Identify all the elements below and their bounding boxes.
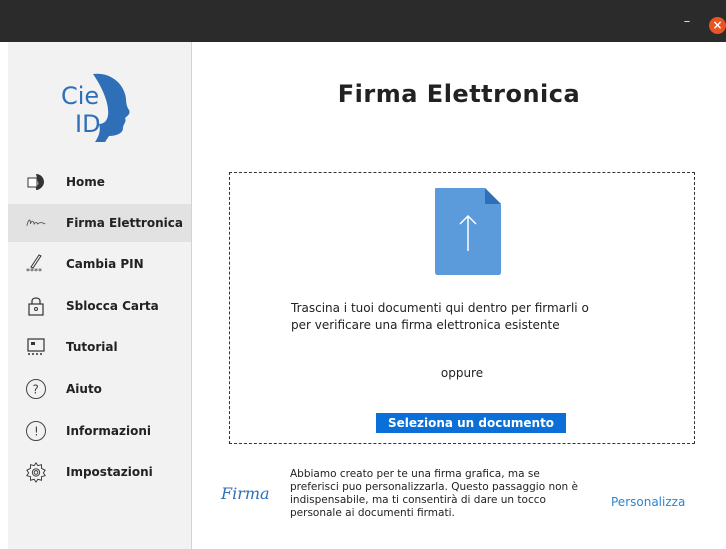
help-icon: ? [25,378,47,400]
info-line: preferisci puo personalizzarla. Questo p… [290,481,578,493]
cie-id-logo: Cie ID [61,73,130,142]
or-separator-text: oppure [440,366,484,380]
cie-id-icon [25,171,47,193]
sidebar-item-sblocca-carta[interactable]: Sblocca Carta [8,287,191,325]
sidebar-item-label: Tutorial [66,340,118,354]
select-document-button[interactable]: Seleziona un documento [376,413,566,433]
window-titlebar: – × [0,0,726,42]
sidebar-item-label: Impostazioni [66,465,153,479]
info-line: personale ai documenti firmati. [290,507,455,519]
minimize-button[interactable]: – [680,15,694,29]
drop-instructions-line-2: per verificare una firma elettronica esi… [291,318,560,332]
svg-text:?: ? [33,383,39,397]
sidebar-item-firma-elettronica[interactable]: Firma Elettronica [8,204,191,242]
sidebar-item-label: Home [66,175,105,189]
signature-preview-icon: Firma [220,484,270,503]
sidebar-item-impostazioni[interactable]: Impostazioni [8,453,191,491]
logo-text-cie: Cie [61,82,99,110]
svg-text:Firma: Firma [220,484,270,503]
close-button[interactable]: × [709,17,726,34]
tutorial-icon [25,336,47,358]
sidebar-item-informazioni[interactable]: ! Informazioni [8,412,191,450]
page-title: Firma Elettronica [337,80,581,108]
info-line: Abbiamo creato per te una firma grafica,… [290,468,540,480]
info-icon: ! [25,420,47,442]
sidebar-item-label: Firma Elettronica [66,216,183,230]
signature-icon [25,212,47,234]
upload-file-icon [435,188,501,275]
sidebar-item-aiuto[interactable]: ? Aiuto [8,370,191,408]
sidebar-item-label: Cambia PIN [66,257,144,271]
padlock-icon [25,295,47,317]
logo-text-id: ID [75,110,101,138]
gear-icon [25,461,47,483]
svg-text:****: **** [26,267,42,275]
sidebar-item-tutorial[interactable]: Tutorial [8,328,191,366]
personalize-link[interactable]: Personalizza [611,495,685,509]
signature-info-text: Abbiamo creato per te una firma grafica,… [290,468,610,520]
sidebar-item-cambia-pin[interactable]: **** Cambia PIN [8,245,191,283]
svg-text:!: ! [34,425,39,439]
pencil-pin-icon: **** [25,253,47,275]
sidebar-item-label: Aiuto [66,382,102,396]
drop-instructions: Trascina i tuoi documenti qui dentro per… [291,300,671,334]
drop-instructions-line-1: Trascina i tuoi documenti qui dentro per… [291,301,589,315]
sidebar-item-home[interactable]: Home [8,163,191,201]
sidebar-item-label: Informazioni [66,424,151,438]
info-line: indispensabile, ma ti consentirà di dare… [290,494,546,506]
sidebar-item-label: Sblocca Carta [66,299,159,313]
